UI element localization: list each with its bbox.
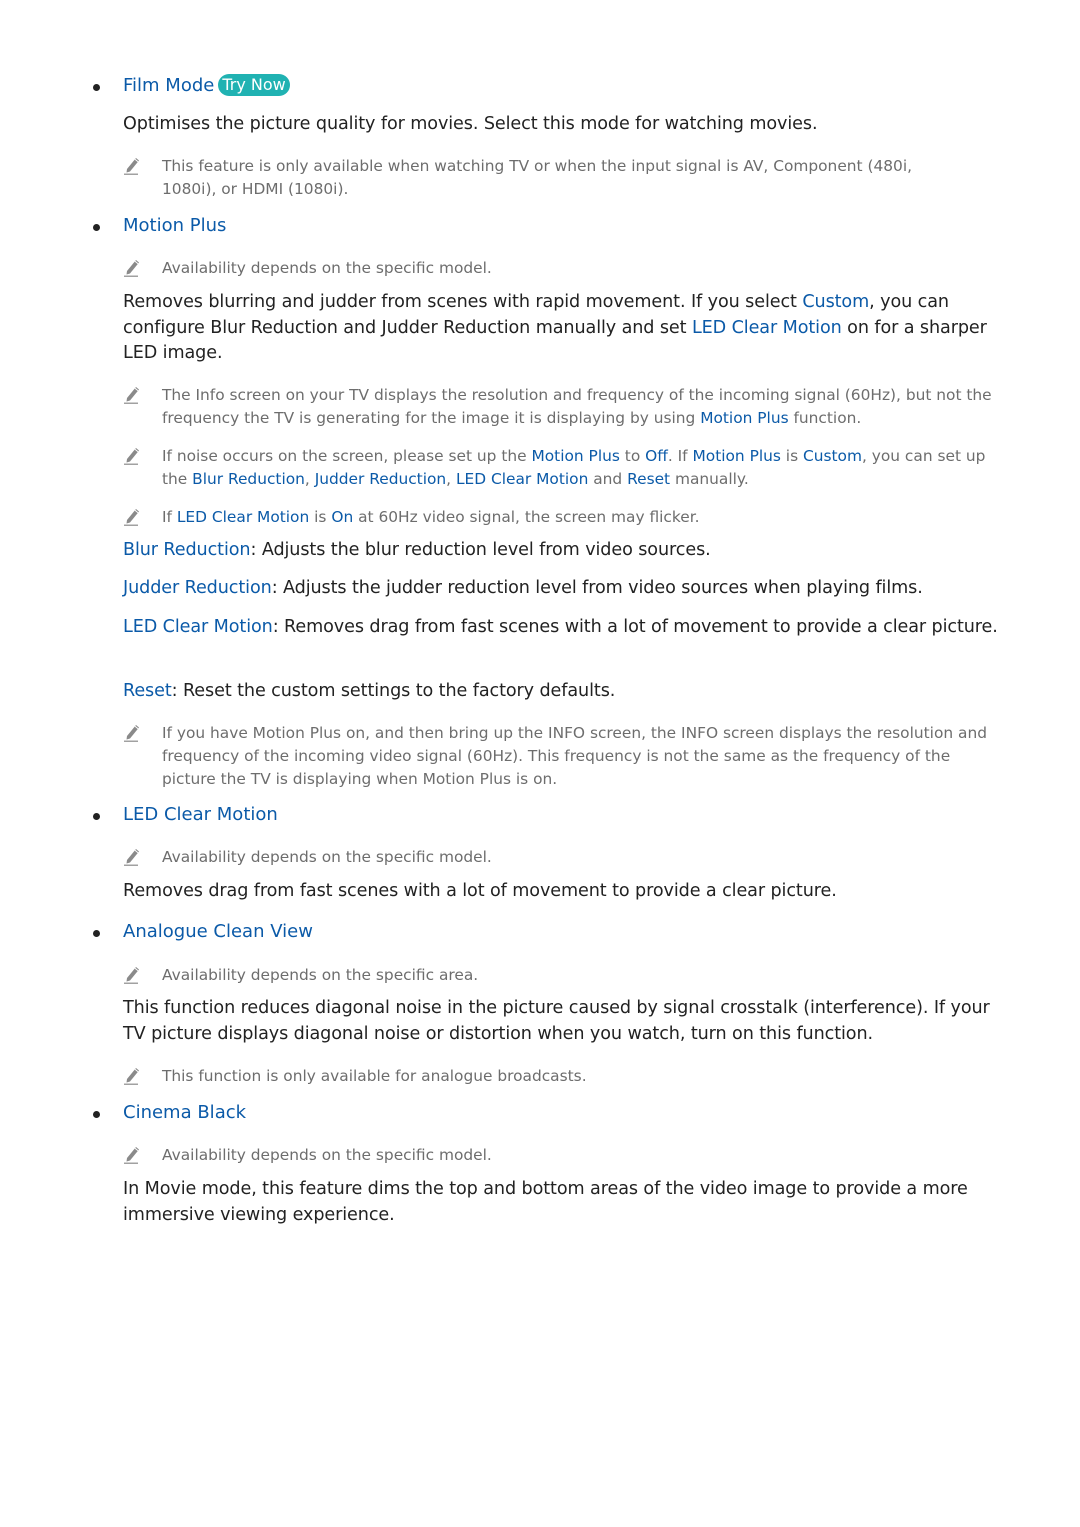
film-mode-title: Film Mode: [123, 75, 215, 96]
option-blur-reduction: Blur Reduction: Adjusts the blur reducti…: [123, 540, 711, 560]
pencil-icon: [123, 1065, 141, 1085]
cinema-black-title: Cinema Black: [123, 1102, 247, 1123]
film-mode-note-line2: 1080i), or HDMI (1080i).: [162, 179, 349, 198]
led-clear-motion-description: Removes drag from fast scenes with a lot…: [123, 881, 837, 901]
led-clear-motion-link: LED Clear Motion: [691, 317, 842, 338]
pencil-icon: [123, 155, 141, 175]
analogue-clean-view-title: Analogue Clean View: [123, 921, 313, 942]
option-judder-reduction: Judder Reduction: Adjusts the judder red…: [123, 578, 923, 598]
pencil-icon: [123, 722, 141, 742]
pencil-icon: [123, 445, 141, 465]
film-mode-note-line1: This feature is only available when watc…: [162, 157, 913, 175]
pencil-icon: [123, 384, 141, 404]
motion-plus-title: Motion Plus: [123, 215, 227, 236]
bullet-icon: [93, 224, 100, 231]
option-led-clear-motion: LED Clear Motion: Removes drag from fast…: [123, 617, 998, 637]
bullet-icon: [93, 1111, 100, 1118]
custom-link: Custom: [802, 292, 870, 312]
film-mode-description: Optimises the picture quality for movies…: [123, 114, 818, 134]
bullet-icon: [93, 930, 100, 937]
pencil-icon: [123, 257, 141, 277]
option-reset: Reset: Reset the custom settings to the …: [123, 681, 616, 701]
pencil-icon: [123, 846, 141, 866]
pencil-icon: [123, 506, 141, 526]
bullet-icon: [93, 84, 100, 91]
pencil-icon: [123, 1144, 141, 1164]
cinema-black-description: In Movie mode, this feature dims the top…: [123, 1179, 968, 1225]
led-clear-motion-title: LED Clear Motion: [123, 804, 278, 825]
motion-plus-description: Removes blurring and judder from scenes …: [123, 292, 987, 363]
pencil-icon: [123, 964, 141, 984]
analogue-clean-view-description: This function reduces diagonal noise in …: [123, 998, 990, 1044]
bullet-icon: [93, 813, 100, 820]
try-now-button[interactable]: Try Now: [218, 74, 290, 96]
